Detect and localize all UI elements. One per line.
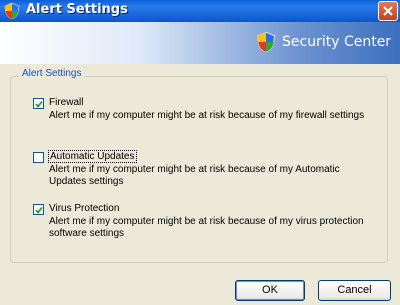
checkmark-icon bbox=[35, 206, 43, 214]
automatic-updates-checkbox[interactable] bbox=[33, 152, 44, 163]
automatic-updates-label[interactable]: Automatic Updates bbox=[48, 150, 137, 163]
title-bar[interactable]: Alert Settings bbox=[0, 0, 400, 22]
security-center-banner: Security Center bbox=[0, 22, 400, 64]
window-title: Alert Settings bbox=[26, 2, 128, 17]
ok-button[interactable]: OK bbox=[235, 280, 305, 301]
virus-protection-description: Alert me if my computer might be at risk… bbox=[49, 216, 364, 239]
cancel-button[interactable]: Cancel bbox=[318, 280, 391, 301]
firewall-label[interactable]: Firewall bbox=[49, 97, 83, 108]
banner-title: Security Center bbox=[282, 34, 392, 50]
virus-protection-label[interactable]: Virus Protection bbox=[49, 203, 119, 214]
group-label: Alert Settings bbox=[19, 68, 85, 79]
checkmark-icon bbox=[35, 100, 43, 108]
firewall-checkbox[interactable] bbox=[33, 98, 44, 109]
alert-settings-window: Alert Settings Security Center Alert Set… bbox=[0, 0, 400, 305]
firewall-description: Alert me if my computer might be at risk… bbox=[49, 110, 365, 121]
security-shield-icon bbox=[256, 31, 276, 57]
close-icon bbox=[383, 6, 393, 16]
security-shield-icon bbox=[4, 2, 20, 20]
virus-protection-checkbox[interactable] bbox=[33, 204, 44, 215]
close-button[interactable] bbox=[378, 1, 398, 21]
automatic-updates-description: Alert me if my computer might be at risk… bbox=[49, 164, 340, 187]
